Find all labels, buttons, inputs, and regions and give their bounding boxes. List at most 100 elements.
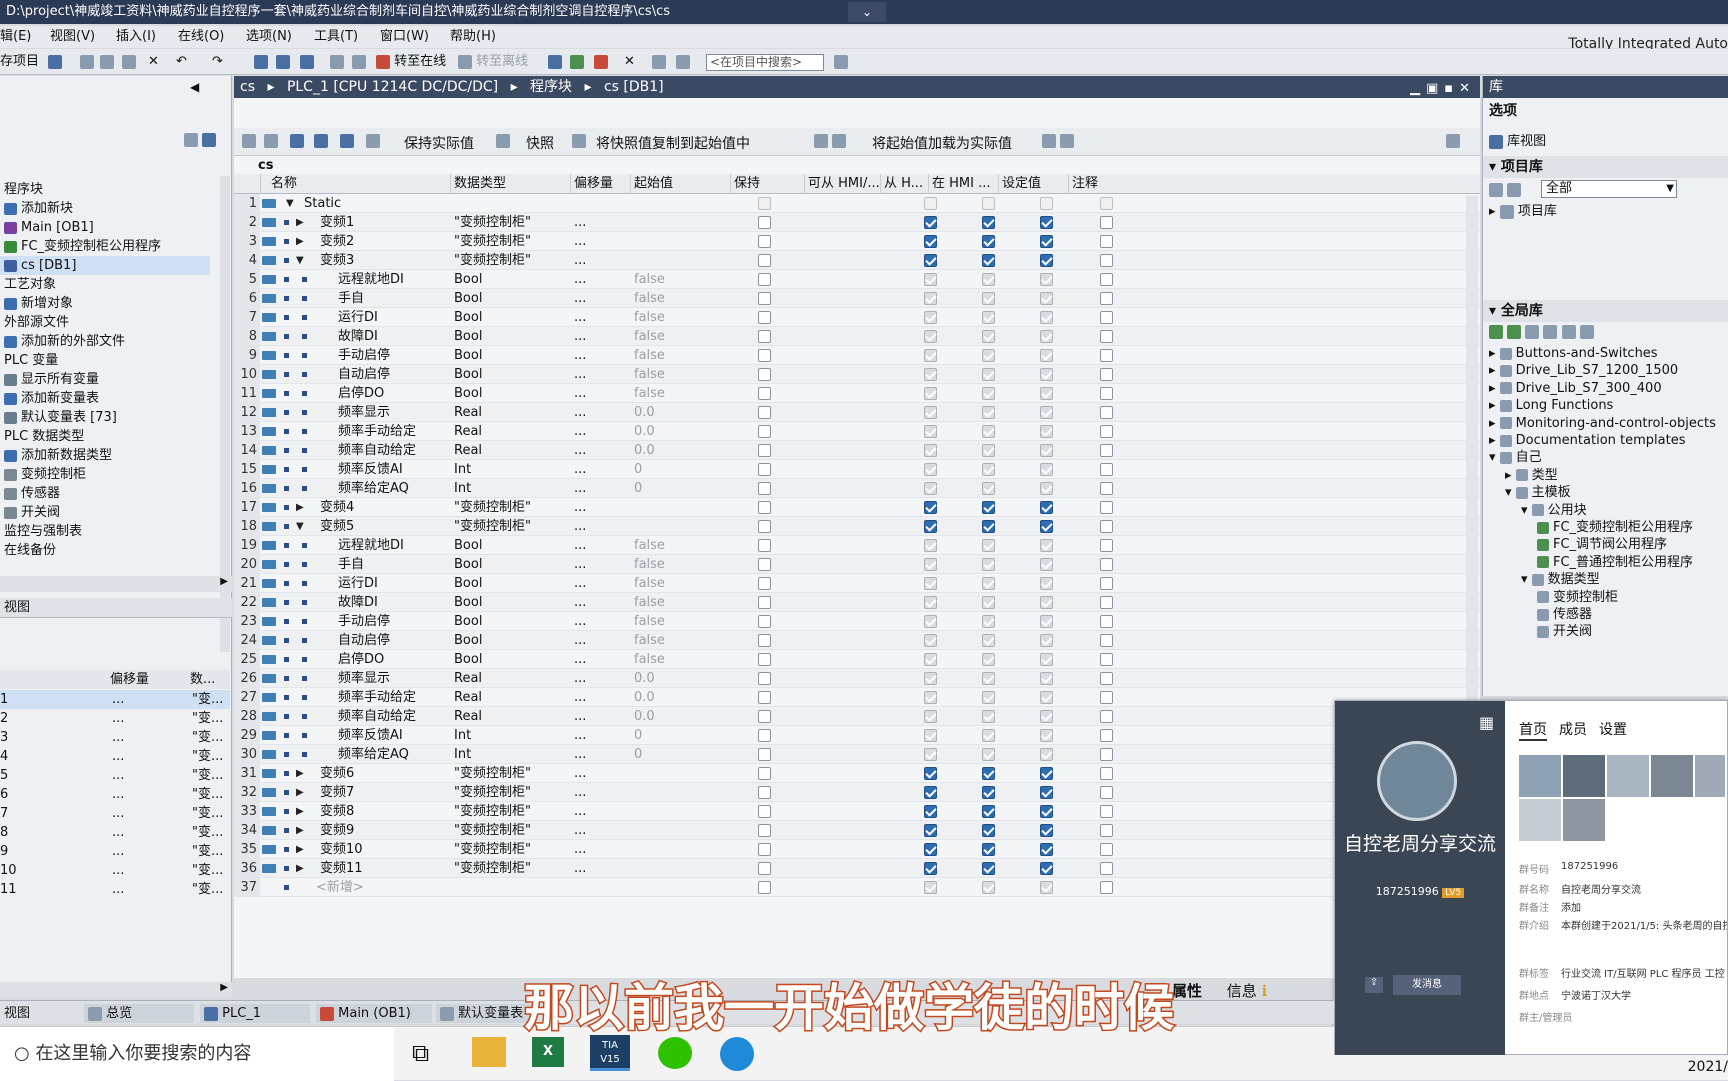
tree-item[interactable]: 工艺对象 [0,275,210,294]
setpoint-checkbox[interactable] [1100,349,1113,362]
tab-overview[interactable]: 总览 [84,1004,194,1023]
expand-icon[interactable]: ▸ [1489,433,1500,448]
hmi-access-checkbox[interactable] [924,558,937,571]
hmi-writable-checkbox[interactable] [1040,501,1053,514]
expand-icon[interactable]: ▾ [1505,485,1516,500]
name-cell[interactable]: 手自 [338,289,364,308]
library-item[interactable]: ▾ 公用块 [1521,501,1587,520]
hmi-writable-checkbox[interactable] [1040,254,1053,267]
expand-icon[interactable]: ▸ [1489,363,1500,378]
hmi-access-checkbox[interactable] [924,577,937,590]
start-value-cell[interactable]: 0.0 [634,688,655,707]
hmi-writable-checkbox[interactable] [1040,463,1053,476]
start-value-cell[interactable]: false [634,631,665,650]
table-row[interactable]: 18 ▼ 变频5 "变频控制柜"... [234,517,1480,536]
hmi-access-checkbox[interactable] [924,330,937,343]
file-explorer-icon[interactable] [472,1037,506,1067]
name-cell[interactable]: 远程就地DI [338,536,404,555]
hmi-access-checkbox[interactable] [924,235,937,248]
tree-item[interactable]: PLC 变量 [0,351,210,370]
retain-checkbox[interactable] [758,387,771,400]
setpoint-checkbox[interactable] [1100,463,1113,476]
hmi-access-checkbox[interactable] [924,368,937,381]
hmi-writable-checkbox[interactable] [1040,368,1053,381]
name-cell[interactable]: 变频5 [320,517,354,536]
simulate-icon[interactable] [330,53,344,71]
hmi-visible-checkbox[interactable] [982,539,995,552]
hmi-writable-checkbox[interactable] [1040,634,1053,647]
expand-icon[interactable]: ▶ [296,840,304,859]
table-row[interactable]: 25 启停DO Bool... false [234,650,1480,669]
table-row[interactable]: 28 频率自动给定 Real... 0.0 [234,707,1480,726]
table-row[interactable]: 16 频率给定AQ Int... 0 [234,479,1480,498]
table-row[interactable]: 34 ▶ 变频9 "变频控制柜"... [234,821,1480,840]
setpoint-checkbox[interactable] [1100,539,1113,552]
start-value-cell[interactable]: false [634,650,665,669]
load-actual-icon[interactable] [1042,133,1075,149]
table-row[interactable]: 19 远程就地DI Bool... false [234,536,1480,555]
tab-default-tags[interactable]: 默认变量表 [436,1004,536,1023]
tree-item[interactable]: 外部源文件 [0,313,210,332]
datatype-cell[interactable]: Bool [454,612,482,631]
start-value-cell[interactable]: false [634,327,665,346]
retain-checkbox[interactable] [758,235,771,248]
paste-icon[interactable] [122,53,136,71]
tab-plc[interactable]: PLC_1 [200,1004,310,1023]
datatype-cell[interactable]: Real [454,441,482,460]
setpoint-checkbox[interactable] [1100,596,1113,609]
hmi-visible-checkbox[interactable] [982,729,995,742]
library-item[interactable]: ▸ Documentation templates [1489,431,1685,450]
detail-row[interactable]: 11... "变... [0,880,230,899]
breadcrumb-plc[interactable]: PLC_1 [CPU 1214C DC/DC/DC] [287,79,498,95]
start-value-cell[interactable]: false [634,365,665,384]
setpoint-checkbox[interactable] [1100,729,1113,742]
hmi-access-checkbox[interactable] [924,501,937,514]
expand-all-icon[interactable] [290,133,304,149]
hmi-access-checkbox[interactable] [924,729,937,742]
undo-icon[interactable]: ↶ [176,53,187,71]
name-cell[interactable]: 启停DO [338,384,384,403]
hmi-writable-checkbox[interactable] [1040,387,1053,400]
datatype-cell[interactable]: "变频控制柜" [454,213,531,232]
datatype-cell[interactable]: Real [454,403,482,422]
col-retain[interactable]: 保持 [730,174,804,194]
hmi-visible-checkbox[interactable] [982,710,995,723]
hmi-visible-checkbox[interactable] [982,216,995,229]
hmi-visible-checkbox[interactable] [982,596,995,609]
library-item[interactable]: ▸ Drive_Lib_S7_1200_1500 [1489,361,1678,380]
hmi-writable-checkbox[interactable] [1040,425,1053,438]
tab-settings[interactable]: 设置 [1599,719,1627,739]
table-row[interactable]: 3 ▶ 变频2 "变频控制柜"... [234,232,1480,251]
hmi-visible-checkbox[interactable] [982,254,995,267]
retain-checkbox[interactable] [758,254,771,267]
load-start-icon[interactable] [814,133,847,149]
library-item[interactable]: ▸ Drive_Lib_S7_300_400 [1489,379,1662,398]
start-value-cell[interactable]: 0.0 [634,403,655,422]
setpoint-checkbox[interactable] [1100,558,1113,571]
tree-item[interactable]: 开关阀 [0,503,210,522]
menu-tools[interactable]: 工具(T) [314,26,358,48]
library-item[interactable]: FC_调节阀公用程序 [1537,535,1667,554]
retain-checkbox[interactable] [758,843,771,856]
setpoint-checkbox[interactable] [1100,197,1113,210]
hmi-writable-checkbox[interactable] [1040,710,1053,723]
tab-main-ob1[interactable]: Main (OB1) [316,1004,432,1023]
snapshot-copy-icon[interactable] [572,133,586,149]
info-value[interactable]: 添加 [1561,899,1727,914]
col-setpoint[interactable]: 设定值 [998,174,1068,194]
table-row[interactable]: 7 运行DI Bool... false [234,308,1480,327]
group-photos[interactable] [1519,755,1725,845]
datatype-cell[interactable]: Int [454,745,471,764]
detail-row[interactable]: 4... "变... [0,747,230,766]
start-value-cell[interactable]: 0 [634,479,642,498]
library-item[interactable]: 传感器 [1537,605,1592,624]
datatype-cell[interactable]: Bool [454,650,482,669]
datatype-cell[interactable]: "变频控制柜" [454,802,531,821]
menu-online[interactable]: 在线(O) [178,26,224,48]
hmi-visible-checkbox[interactable] [982,805,995,818]
name-cell[interactable]: 自动启停 [338,365,390,384]
hmi-writable-checkbox[interactable] [1040,520,1053,533]
expand-icon[interactable]: ▸ [1505,468,1516,483]
col-name[interactable]: 名称 [260,174,444,194]
name-cell[interactable]: 变频7 [320,783,354,802]
